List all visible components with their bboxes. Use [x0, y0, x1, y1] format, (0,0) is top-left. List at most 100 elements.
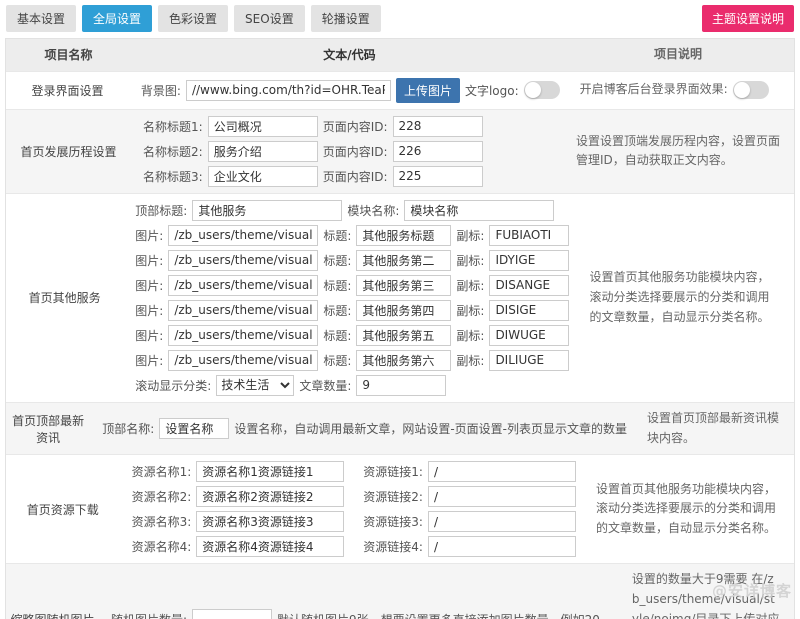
- tab-carousel-settings[interactable]: 轮播设置: [311, 5, 381, 32]
- thumbnail-desc: 设置的数量大于9需要 在/zb_users/theme/visual/style…: [632, 570, 780, 619]
- service-sub-label-6: 副标:: [456, 352, 484, 369]
- res-link-label-4: 资源链接4:: [363, 538, 423, 555]
- history-title-label-1: 名称标题1:: [143, 118, 203, 135]
- random-count-hint: 默认随机图片9张，想要设置更多直接添加图片数量，例如20。: [277, 611, 612, 619]
- history-title-input-3[interactable]: [208, 166, 318, 187]
- service-title-input-2[interactable]: [356, 250, 451, 271]
- history-id-input-2[interactable]: [393, 141, 483, 162]
- service-img-label-3: 图片:: [135, 277, 163, 294]
- bg-image-input[interactable]: [186, 80, 391, 101]
- history-title-input-2[interactable]: [208, 141, 318, 162]
- tab-bar: 基本设置 全局设置 色彩设置 SEO设置 轮播设置 主题设置说明: [0, 0, 800, 38]
- history-id-input-1[interactable]: [393, 116, 483, 137]
- service-img-input-1[interactable]: [168, 225, 318, 246]
- service-sub-label-3: 副标:: [456, 277, 484, 294]
- service-sub-input-6[interactable]: [489, 350, 569, 371]
- history-title-label-2: 名称标题2:: [143, 143, 203, 160]
- history-title-input-1[interactable]: [208, 116, 318, 137]
- tab-global-settings[interactable]: 全局设置: [82, 5, 152, 32]
- service-title-input-1[interactable]: [356, 225, 451, 246]
- header-item-name: 项目名称: [6, 39, 131, 71]
- res-name-input-1[interactable]: [196, 461, 344, 482]
- text-logo-toggle[interactable]: [524, 81, 560, 99]
- tab-basic-settings[interactable]: 基本设置: [6, 5, 76, 32]
- service-title-label-6: 标题:: [323, 352, 351, 369]
- res-name-input-3[interactable]: [196, 511, 344, 532]
- row-history-settings: 首页发展历程设置 名称标题1: 页面内容ID: 名称标题2: 页面内容ID: 名…: [6, 110, 794, 194]
- service-img-label-2: 图片:: [135, 252, 163, 269]
- res-link-label-3: 资源链接3:: [363, 513, 423, 530]
- res-name-label-3: 资源名称3:: [132, 513, 192, 530]
- service-img-input-6[interactable]: [168, 350, 318, 371]
- tab-seo-settings[interactable]: SEO设置: [234, 5, 305, 32]
- history-id-label-3: 页面内容ID:: [323, 168, 388, 185]
- history-id-label-2: 页面内容ID:: [323, 143, 388, 160]
- service-sub-label-5: 副标:: [456, 327, 484, 344]
- res-name-label-2: 资源名称2:: [132, 488, 192, 505]
- scroll-category-select[interactable]: 技术生活: [216, 375, 294, 396]
- service-sub-input-3[interactable]: [489, 275, 569, 296]
- news-name-input[interactable]: [159, 418, 229, 439]
- news-desc: 设置首页顶部最新资讯模块内容。: [647, 409, 780, 449]
- row-title: 首页发展历程设置: [6, 110, 131, 193]
- service-sub-input-2[interactable]: [489, 250, 569, 271]
- row-other-services: 首页其他服务 顶部标题: 模块名称: 图片: 标题: 副标: 图片: [6, 194, 794, 403]
- res-link-label-2: 资源链接2:: [363, 488, 423, 505]
- text-logo-label: 文字logo:: [465, 82, 519, 99]
- service-title-label-1: 标题:: [323, 227, 351, 244]
- downloads-desc: 设置首页其他服务功能模块内容，滚动分类选择要展示的分类和调用的文章数量，自动显示…: [596, 480, 780, 539]
- service-title-input-6[interactable]: [356, 350, 451, 371]
- service-img-input-5[interactable]: [168, 325, 318, 346]
- res-link-label-1: 资源链接1:: [363, 463, 423, 480]
- service-img-input-2[interactable]: [168, 250, 318, 271]
- top-title-input[interactable]: [192, 200, 342, 221]
- service-title-input-5[interactable]: [356, 325, 451, 346]
- row-login-settings: 登录界面设置 背景图: 上传图片 文字logo: 开启博客后台登录界面效果:: [6, 72, 794, 110]
- service-title-input-3[interactable]: [356, 275, 451, 296]
- res-link-input-3[interactable]: [428, 511, 576, 532]
- service-sub-input-4[interactable]: [489, 300, 569, 321]
- random-count-input[interactable]: [192, 609, 272, 619]
- res-link-input-2[interactable]: [428, 486, 576, 507]
- news-hint: 设置名称，自动调用最新文章，网站设置-页面设置-列表页显示文章的数量: [234, 420, 627, 437]
- res-name-input-2[interactable]: [196, 486, 344, 507]
- service-img-input-3[interactable]: [168, 275, 318, 296]
- service-sub-input-1[interactable]: [489, 225, 569, 246]
- service-img-input-4[interactable]: [168, 300, 318, 321]
- row-title: 首页顶部最新资讯: [6, 403, 90, 455]
- history-title-label-3: 名称标题3:: [143, 168, 203, 185]
- login-effect-toggle[interactable]: [733, 81, 769, 99]
- module-name-input[interactable]: [404, 200, 554, 221]
- res-name-input-4[interactable]: [196, 536, 344, 557]
- history-id-label-1: 页面内容ID:: [323, 118, 388, 135]
- upload-image-button[interactable]: 上传图片: [396, 78, 460, 103]
- news-name-label: 顶部名称:: [102, 420, 154, 437]
- scroll-category-label: 滚动显示分类:: [135, 377, 211, 394]
- service-title-label-4: 标题:: [323, 302, 351, 319]
- top-title-label: 顶部标题:: [135, 202, 187, 219]
- bg-image-label: 背景图:: [141, 82, 181, 99]
- res-link-input-1[interactable]: [428, 461, 576, 482]
- tab-color-settings[interactable]: 色彩设置: [158, 5, 228, 32]
- theme-help-button[interactable]: 主题设置说明: [702, 5, 794, 32]
- service-sub-label-1: 副标:: [456, 227, 484, 244]
- service-title-label-2: 标题:: [323, 252, 351, 269]
- service-sub-input-5[interactable]: [489, 325, 569, 346]
- service-title-label-3: 标题:: [323, 277, 351, 294]
- login-effect-label: 开启博客后台登录界面效果:: [580, 80, 728, 100]
- service-img-label-4: 图片:: [135, 302, 163, 319]
- service-title-input-4[interactable]: [356, 300, 451, 321]
- services-desc: 设置首页其他服务功能模块内容，滚动分类选择要展示的分类和调用的文章数量，自动显示…: [589, 268, 780, 327]
- history-id-input-3[interactable]: [393, 166, 483, 187]
- header-text-code: 文本/代码: [131, 39, 562, 71]
- service-img-label-1: 图片:: [135, 227, 163, 244]
- row-latest-news: 首页顶部最新资讯 顶部名称: 设置名称，自动调用最新文章，网站设置-页面设置-列…: [6, 403, 794, 456]
- settings-table: 项目名称 文本/代码 项目说明 登录界面设置 背景图: 上传图片 文字logo:…: [5, 38, 795, 619]
- service-img-label-6: 图片:: [135, 352, 163, 369]
- article-count-input[interactable]: [356, 375, 446, 396]
- res-link-input-4[interactable]: [428, 536, 576, 557]
- res-name-label-4: 资源名称4:: [132, 538, 192, 555]
- service-sub-label-2: 副标:: [456, 252, 484, 269]
- module-name-label: 模块名称:: [347, 202, 399, 219]
- row-title: 首页其他服务: [6, 194, 123, 402]
